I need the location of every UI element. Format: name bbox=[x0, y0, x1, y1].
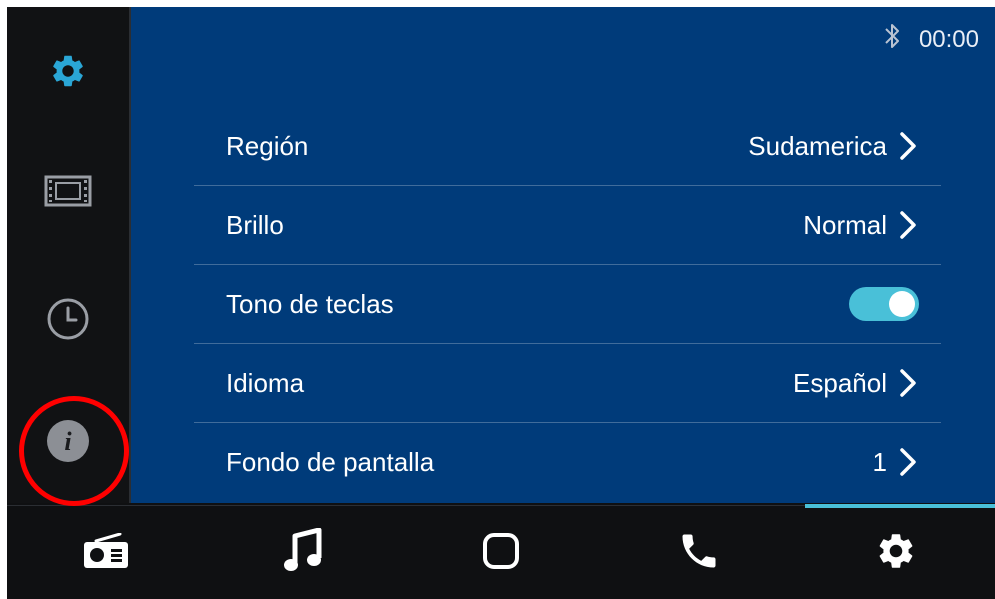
chevron-right-icon bbox=[900, 132, 916, 160]
sidebar-item-info[interactable]: i bbox=[7, 391, 129, 491]
setting-label: Tono de teclas bbox=[226, 288, 394, 319]
sidebar-item-settings[interactable] bbox=[7, 21, 129, 121]
setting-key-tone: Tono de teclas bbox=[194, 265, 941, 344]
setting-wallpaper[interactable]: Fondo de pantalla 1 bbox=[194, 423, 941, 501]
gear-icon bbox=[875, 530, 917, 577]
home-square-icon bbox=[481, 531, 521, 576]
setting-label: Fondo de pantalla bbox=[226, 446, 435, 477]
clock-time: 00:00 bbox=[918, 25, 979, 53]
radio-icon bbox=[82, 532, 130, 574]
film-icon bbox=[44, 175, 92, 207]
chevron-right-icon bbox=[900, 211, 916, 239]
sidebar-item-video[interactable] bbox=[7, 141, 129, 241]
nav-music[interactable] bbox=[205, 506, 403, 599]
toggle-knob bbox=[889, 291, 915, 317]
nav-phone[interactable] bbox=[600, 506, 798, 599]
nav-radio[interactable] bbox=[7, 506, 205, 599]
info-icon: i bbox=[45, 418, 91, 464]
clock-icon bbox=[45, 296, 91, 342]
sidebar-item-clock[interactable] bbox=[7, 269, 129, 369]
bluetooth-icon bbox=[883, 21, 901, 58]
music-note-icon bbox=[283, 527, 323, 579]
key-tone-toggle[interactable] bbox=[849, 287, 919, 321]
setting-region[interactable]: Región Sudamerica bbox=[194, 107, 941, 186]
setting-label: Brillo bbox=[226, 209, 284, 240]
settings-list: Región Sudamerica Brillo Normal Tono de … bbox=[194, 107, 941, 501]
nav-home[interactable] bbox=[402, 506, 600, 599]
left-sidebar: i bbox=[7, 7, 131, 503]
settings-panel: 00:00 Región Sudamerica Brillo Normal To… bbox=[131, 7, 995, 503]
setting-label: Región bbox=[226, 130, 309, 161]
setting-value: 1 bbox=[872, 446, 887, 477]
setting-label: Idioma bbox=[226, 367, 305, 398]
head-unit-screen: i 00:00 Región Sudamerica Brillo Normal … bbox=[7, 7, 995, 599]
chevron-right-icon bbox=[900, 369, 916, 397]
svg-text:i: i bbox=[64, 427, 72, 456]
phone-icon bbox=[677, 529, 721, 578]
setting-value: Español bbox=[793, 367, 887, 398]
setting-value: Normal bbox=[803, 209, 887, 240]
bottom-nav bbox=[7, 504, 995, 599]
setting-brightness[interactable]: Brillo Normal bbox=[194, 186, 941, 265]
chevron-right-icon bbox=[900, 448, 916, 476]
nav-settings[interactable] bbox=[797, 506, 995, 599]
status-bar: 00:00 bbox=[883, 21, 979, 58]
setting-language[interactable]: Idioma Español bbox=[194, 344, 941, 423]
setting-value: Sudamerica bbox=[748, 130, 887, 161]
gear-icon bbox=[49, 52, 87, 90]
